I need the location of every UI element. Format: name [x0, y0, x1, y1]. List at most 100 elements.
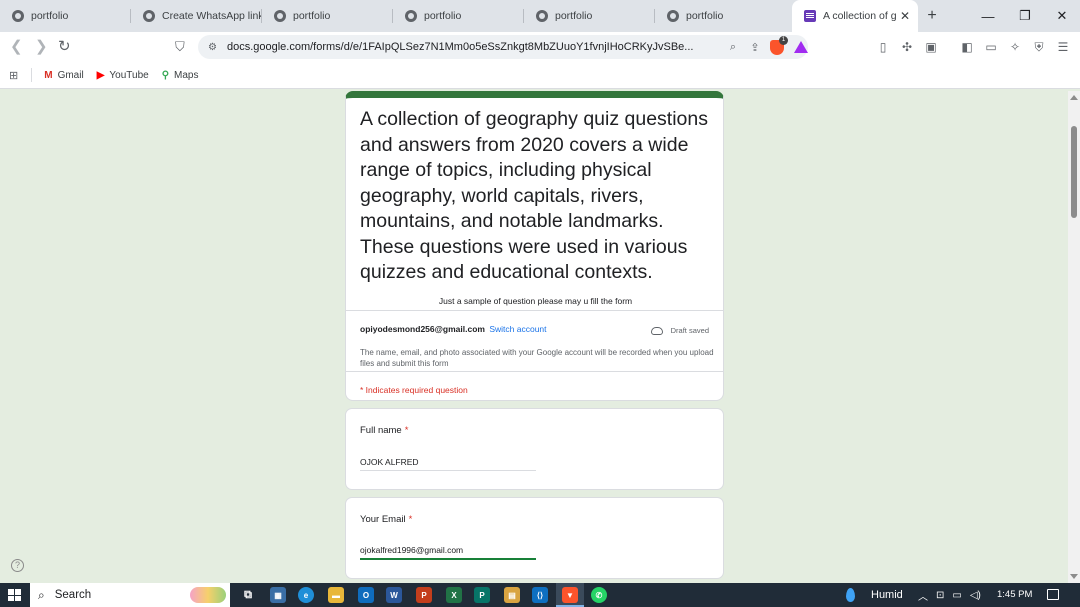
google-forms-icon — [804, 10, 816, 22]
divider — [346, 310, 723, 311]
form-header-card: A collection of geography quiz questions… — [345, 91, 724, 401]
switch-account-link[interactable]: Switch account — [489, 324, 546, 334]
weather-widget[interactable]: Humid — [846, 583, 903, 607]
app-icon[interactable]: ▤ — [504, 587, 520, 603]
draft-status: Draft saved — [650, 326, 709, 335]
divider — [346, 371, 723, 372]
account-notice: The name, email, and photo associated wi… — [360, 348, 714, 368]
task-view-icon[interactable]: ⧉ — [240, 587, 256, 603]
project-icon[interactable]: P — [474, 587, 490, 603]
forward-icon[interactable]: ❯ — [35, 38, 48, 56]
extensions-icon[interactable]: ✣ — [898, 38, 916, 56]
reader-mode-icon[interactable]: ▯ — [874, 38, 892, 56]
form-description: Just a sample of question please may u f… — [438, 296, 633, 306]
youtube-icon: ▶ — [96, 69, 105, 81]
question-card-email: Your Email * — [345, 497, 724, 579]
new-tab-button[interactable]: + — [918, 0, 946, 32]
full-name-input[interactable] — [360, 453, 536, 471]
browser-toolbar: ❮ ❯ ↻ ⛉ ⚙ docs.google.com/forms/d/e/1FAI… — [0, 32, 1080, 62]
required-star: * — [404, 425, 409, 436]
bookmarks-bar: ⊞ M Gmail ▶ YouTube ⚲ Maps — [0, 62, 1080, 89]
shields-badge: 1 — [779, 35, 788, 45]
volume-icon[interactable]: ◁) — [970, 590, 981, 601]
vpn-icon[interactable]: ⛨ — [1030, 38, 1048, 56]
sidebar-icon[interactable]: ◧ — [958, 38, 976, 56]
site-settings-icon[interactable]: ⚙ — [208, 42, 217, 53]
file-explorer-icon[interactable]: ▬ — [328, 587, 344, 603]
windows-start-icon[interactable] — [8, 589, 21, 601]
notifications-icon[interactable] — [1047, 589, 1059, 600]
gmail-icon: M — [44, 69, 53, 81]
maps-icon: ⚲ — [161, 69, 170, 81]
question-card-full-name: Full name * — [345, 408, 724, 490]
tab-portfolio-5[interactable]: portfolio — [655, 0, 786, 32]
screenshot-icon[interactable]: ▣ — [922, 38, 940, 56]
bookmark-maps[interactable]: ⚲ Maps — [162, 70, 199, 81]
widgets-icon[interactable]: ▦ — [270, 587, 286, 603]
bookmark-gmail[interactable]: M Gmail — [44, 70, 83, 81]
close-window-button[interactable]: ✕ — [1044, 0, 1080, 32]
tab-create-whatsapp-link[interactable]: Create WhatsApp link — [131, 0, 262, 32]
tab-strip: portfolio Create WhatsApp link portfolio… — [0, 0, 1080, 32]
tab-portfolio-2[interactable]: portfolio — [262, 0, 393, 32]
vscode-icon[interactable]: ⟨⟩ — [532, 587, 548, 603]
windows-taskbar: ⌕ Search ⧉ ▦ e ▬ O W P X P ▤ ⟨⟩ ▼ ✆ Humi… — [0, 583, 1080, 607]
scroll-down-icon[interactable] — [1070, 574, 1078, 579]
globe-icon — [143, 10, 155, 22]
battery-icon[interactable]: ▭ — [952, 590, 961, 601]
apps-grid-icon[interactable]: ⊞ — [9, 69, 18, 82]
account-line: opiyodesmond256@gmail.com Switch account — [360, 324, 547, 334]
reload-icon[interactable]: ↻ — [58, 38, 71, 56]
tab-google-form[interactable]: A collection of g ✕ — [792, 0, 918, 32]
scroll-up-icon[interactable] — [1070, 95, 1078, 100]
display-icon[interactable]: ⊡ — [936, 590, 944, 601]
required-note: * Indicates required question — [360, 385, 468, 395]
search-icon: ⌕ — [38, 587, 45, 602]
menu-icon[interactable]: ☰ — [1054, 38, 1072, 56]
tab-portfolio-1[interactable]: portfolio — [0, 0, 131, 32]
excel-icon[interactable]: X — [446, 587, 462, 603]
humidity-icon — [846, 588, 855, 602]
chevron-up-icon[interactable]: ︿ — [918, 588, 928, 603]
account-email: opiyodesmond256@gmail.com — [360, 324, 485, 334]
question-label: Your Email * — [360, 514, 413, 525]
leo-ai-icon[interactable]: ✧ — [1006, 38, 1024, 56]
taskbar-clock[interactable]: 1:45 PM — [997, 589, 1032, 600]
email-input[interactable] — [360, 542, 536, 560]
brave-browser-icon[interactable]: ▼ — [562, 587, 578, 603]
address-bar[interactable]: ⚙ docs.google.com/forms/d/e/1FAIpQLSez7N… — [198, 35, 808, 59]
url-text[interactable]: docs.google.com/forms/d/e/1FAIpQLSez7N1M… — [227, 41, 722, 53]
scroll-thumb[interactable] — [1071, 126, 1077, 218]
share-icon[interactable]: ⇪ — [744, 41, 766, 54]
globe-icon — [12, 10, 24, 22]
wallet-icon[interactable]: ▭ — [982, 38, 1000, 56]
bookmark-icon[interactable]: ⛉ — [175, 38, 185, 56]
tab-portfolio-3[interactable]: portfolio — [393, 0, 524, 32]
powerpoint-icon[interactable]: P — [416, 587, 432, 603]
draft-status-text: Draft saved — [670, 326, 709, 335]
tab-portfolio-4[interactable]: portfolio — [524, 0, 655, 32]
bookmark-youtube[interactable]: ▶ YouTube — [97, 70, 149, 81]
page-scrollbar[interactable] — [1068, 91, 1080, 583]
globe-icon — [536, 10, 548, 22]
minimize-button[interactable]: — — [970, 0, 1006, 32]
question-label: Full name * — [360, 425, 409, 436]
taskbar-search[interactable]: ⌕ Search — [30, 583, 230, 607]
restore-button[interactable]: ❐ — [1007, 0, 1043, 32]
close-tab-icon[interactable]: ✕ — [900, 9, 910, 23]
zoom-icon[interactable]: ⌕ — [722, 41, 744, 54]
edge-icon[interactable]: e — [298, 587, 314, 603]
help-icon[interactable]: ? — [11, 559, 24, 572]
form-title: A collection of geography quiz questions… — [360, 108, 708, 283]
globe-icon — [274, 10, 286, 22]
system-tray: ︿ ⊡ ▭ ◁) — [918, 583, 989, 607]
word-icon[interactable]: W — [386, 587, 402, 603]
globe-icon — [667, 10, 679, 22]
brave-rewards-icon[interactable] — [794, 41, 808, 53]
whatsapp-icon[interactable]: ✆ — [591, 587, 607, 603]
globe-icon — [405, 10, 417, 22]
outlook-icon[interactable]: O — [358, 587, 374, 603]
brave-shields-icon[interactable]: 1 — [770, 35, 788, 55]
back-icon[interactable]: ❮ — [10, 38, 23, 56]
cloud-saved-icon — [650, 326, 663, 335]
